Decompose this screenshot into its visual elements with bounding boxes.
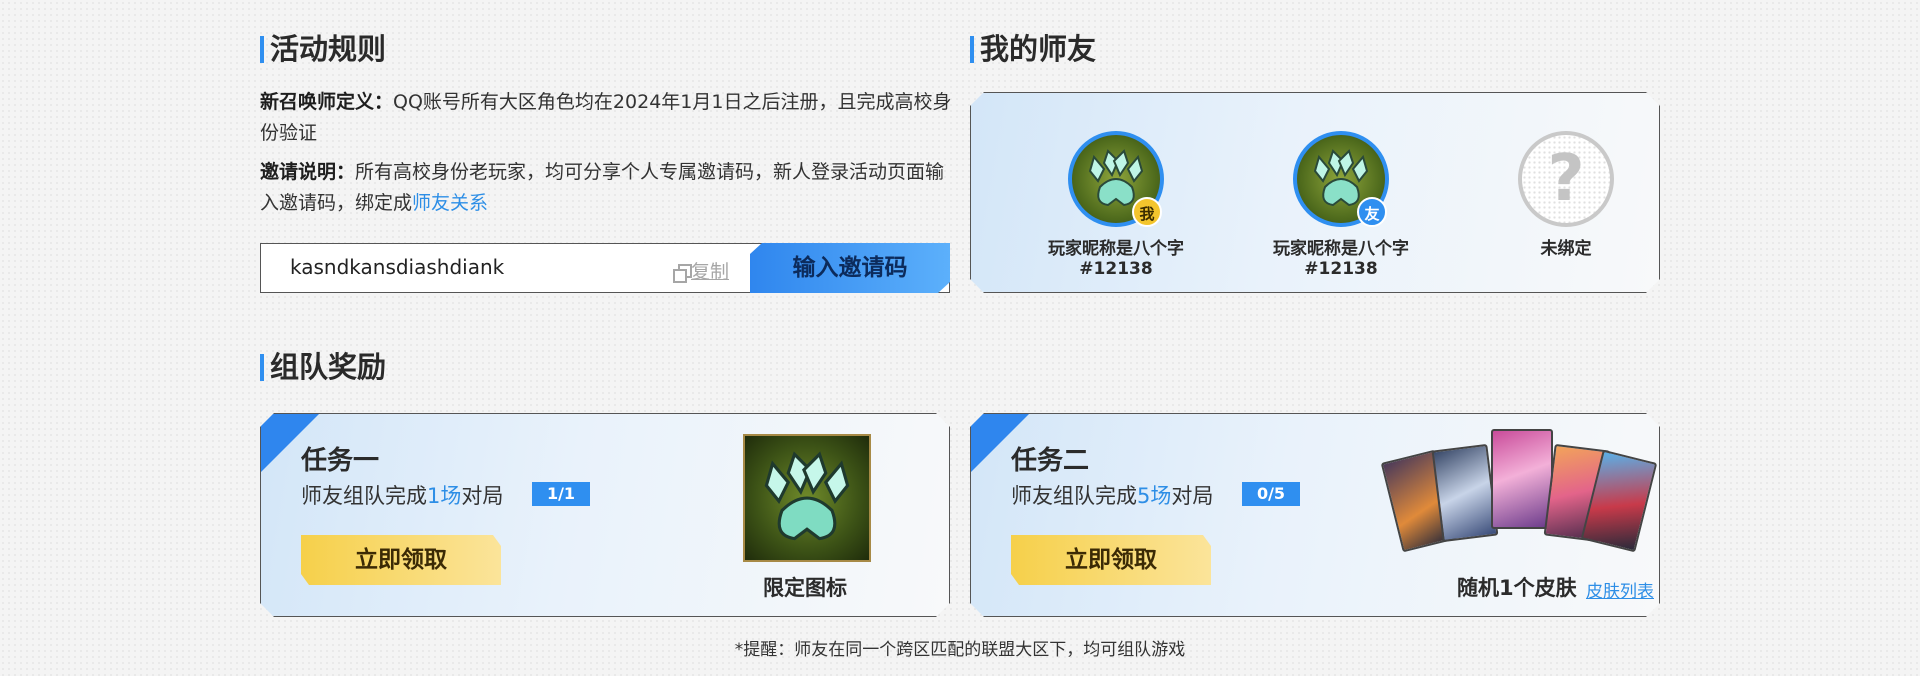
friend-name: 玩家昵称是八个字#12138	[1048, 239, 1184, 279]
badge-me: 我	[1132, 197, 1162, 227]
task-desc-suffix: 对局	[1171, 484, 1214, 508]
copy-button[interactable]: 复制	[673, 257, 729, 284]
task-desc-count: 1场	[427, 484, 462, 508]
rules-title: 活动规则	[260, 33, 386, 65]
skin-cards	[1391, 429, 1651, 559]
copy-icon	[673, 264, 692, 283]
enter-invite-code-button[interactable]: 输入邀请码	[750, 243, 950, 293]
friends-panel: 我 玩家昵称是八个字#12138 友 玩家昵称是八个字#12138 ? 未绑定	[970, 92, 1660, 293]
friend-slot-me: 我 玩家昵称是八个字#12138	[1016, 131, 1216, 279]
reward-label: 限定图标	[763, 576, 847, 600]
task-description: 师友组队完成5场对局	[1011, 480, 1213, 510]
reward-label: 随机1个皮肤	[1457, 576, 1577, 600]
avatar: 友	[1293, 131, 1389, 227]
friend-name: 未绑定	[1540, 239, 1592, 259]
rule-invite: 邀请说明：所有高校身份老玩家，均可分享个人专属邀请码，新人登录活动页面输入邀请码…	[260, 157, 952, 219]
paw-icon	[757, 448, 857, 548]
task-card-2: 任务二 师友组队完成5场对局 0/5 立即领取 随机1个皮肤 皮肤列表	[970, 413, 1660, 617]
question-icon: ?	[1518, 131, 1614, 227]
friends-title: 我的师友	[970, 33, 1096, 65]
friend-slot-friend: 友 玩家昵称是八个字#12138	[1241, 131, 1441, 279]
avatar: 我	[1068, 131, 1164, 227]
friend-slot-unbound[interactable]: ? 未绑定	[1466, 131, 1666, 259]
task-desc-suffix: 对局	[461, 484, 504, 508]
footer-note: *提醒：师友在同一个跨区匹配的联盟大区下，均可组队游戏	[734, 640, 1186, 660]
task-card-1: 任务一 师友组队完成1场对局 1/1 立即领取 限定图标	[260, 413, 950, 617]
task-description: 师友组队完成1场对局	[301, 480, 503, 510]
friend-name: 玩家昵称是八个字#12138	[1273, 239, 1409, 279]
task-desc-count: 5场	[1137, 484, 1172, 508]
friend-relation-link[interactable]: 师友关系	[412, 192, 488, 214]
rule-invite-label: 邀请说明：	[260, 161, 356, 183]
copy-label: 复制	[691, 261, 730, 283]
task-desc-prefix: 师友组队完成	[1011, 484, 1137, 508]
task-title: 任务二	[1011, 446, 1090, 476]
rule-definition: 新召唤师定义：QQ账号所有大区角色均在2024年1月1日之后注册，且完成高校身份…	[260, 87, 952, 149]
skin-card	[1432, 444, 1499, 542]
task-title: 任务一	[301, 446, 380, 476]
skin-card	[1491, 429, 1553, 529]
claim-button[interactable]: 立即领取	[301, 535, 501, 585]
badge-friend: 友	[1357, 197, 1387, 227]
task-progress: 1/1	[532, 482, 590, 506]
task-desc-prefix: 师友组队完成	[301, 484, 427, 508]
skin-list-link[interactable]: 皮肤列表	[1586, 577, 1654, 602]
team-title: 组队奖励	[260, 351, 386, 383]
invite-code-value: kasndkansdiashdiank	[290, 255, 505, 279]
question-mark: ?	[1547, 142, 1585, 216]
claim-button[interactable]: 立即领取	[1011, 535, 1211, 585]
task-progress: 0/5	[1242, 482, 1300, 506]
rule-definition-label: 新召唤师定义：	[260, 91, 394, 113]
rule-invite-text: 所有高校身份老玩家，均可分享个人专属邀请码，新人登录活动页面输入邀请码，绑定成	[260, 161, 945, 214]
reward-icon	[743, 434, 871, 562]
